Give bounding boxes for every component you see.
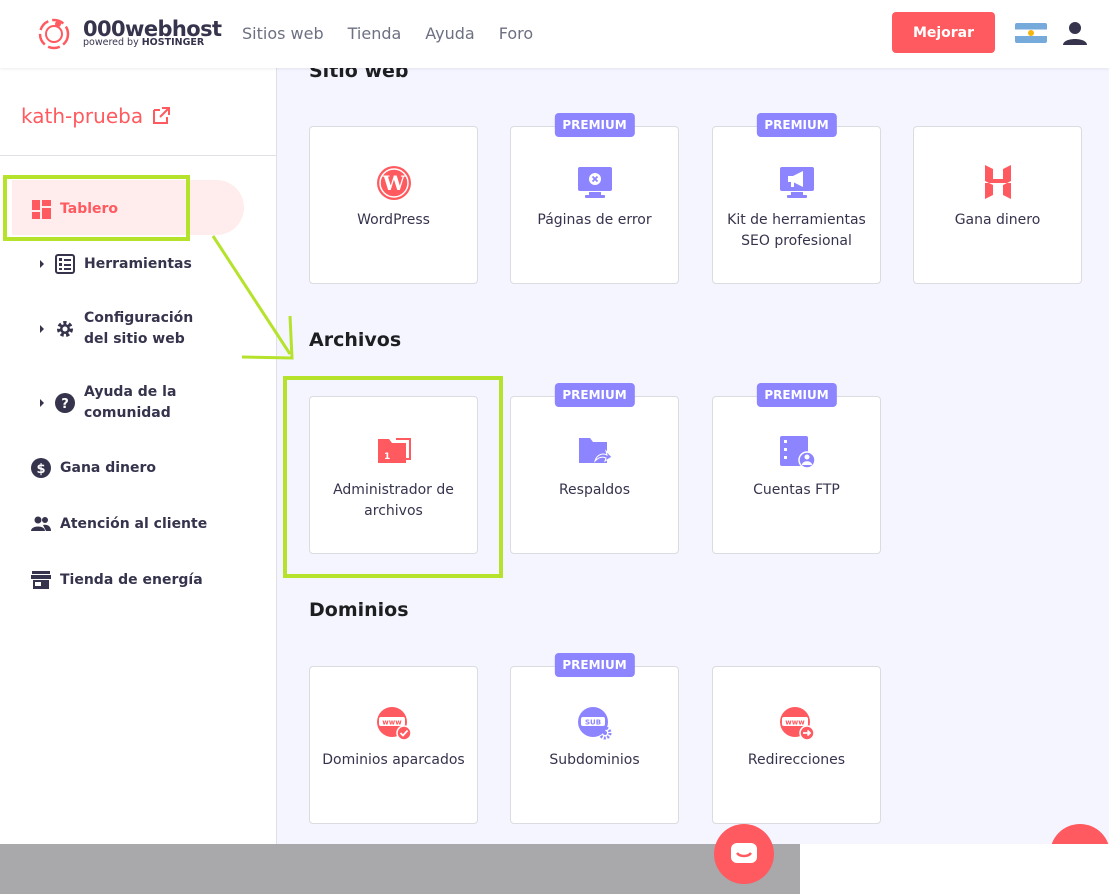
sidebar-item-label: Configuración del sitio web	[84, 310, 194, 347]
card-gana-dinero[interactable]: Gana dinero	[913, 126, 1082, 284]
svg-text:SUB: SUB	[584, 719, 600, 727]
taskbar-area	[0, 844, 800, 894]
card-cuentas-ftp[interactable]: PREMIUM Cuentas FTP	[712, 383, 881, 554]
site-name: kath-prueba	[21, 104, 144, 128]
svg-text:W: W	[381, 171, 405, 195]
svg-text:$: $	[36, 462, 45, 477]
premium-badge: PREMIUM	[554, 653, 635, 677]
svg-text:www: www	[785, 719, 805, 727]
store-icon	[31, 570, 51, 590]
sidebar-item-tienda-energia[interactable]: Tienda de energía	[31, 570, 203, 590]
caret-right-icon	[40, 260, 44, 268]
site-name-link[interactable]: kath-prueba	[21, 104, 171, 128]
subdomain-icon: SUB	[577, 707, 611, 740]
argentina-flag-icon[interactable]	[1015, 23, 1047, 43]
chat-icon	[731, 843, 757, 863]
section-title-archivos: Archivos	[309, 329, 402, 351]
nav-ayuda[interactable]: Ayuda	[425, 24, 474, 43]
highlight-box-file-manager	[283, 376, 503, 578]
nav-foro[interactable]: Foro	[499, 24, 533, 43]
card-label: Subdominios	[549, 752, 640, 768]
help-icon: ?	[55, 393, 75, 413]
parked-domain-icon: www	[376, 707, 412, 741]
dollar-icon: $	[31, 458, 51, 478]
logo-tagline: powered by HOSTINGER	[83, 37, 205, 48]
sidebar-item-label: Herramientas	[84, 256, 192, 272]
external-link-icon	[153, 107, 171, 124]
premium-badge: PREMIUM	[554, 113, 635, 137]
backup-icon	[578, 438, 613, 463]
upgrade-button[interactable]: Mejorar	[892, 12, 995, 53]
card-dominios-aparcados[interactable]: www Dominios aparcados	[309, 666, 478, 824]
caret-right-icon	[40, 325, 44, 333]
highlight-box-tablero	[3, 175, 190, 241]
section-title-sitio-web: Sitio web	[309, 68, 409, 82]
logo-icon	[38, 18, 70, 50]
svg-text:?: ?	[61, 397, 69, 412]
ftp-icon	[779, 436, 815, 469]
card-label: Kit de herramientas SEO profesional	[727, 212, 866, 249]
blank-panel	[800, 844, 1109, 894]
premium-badge: PREMIUM	[756, 383, 837, 407]
sidebar-item-configuracion[interactable]: Configuración del sitio web	[37, 308, 214, 350]
user-icon[interactable]	[1062, 20, 1088, 46]
caret-right-icon	[40, 399, 44, 407]
chat-widget-button[interactable]	[1050, 824, 1109, 844]
sidebar-item-atencion-cliente[interactable]: Atención al cliente	[31, 514, 207, 534]
card-label: Gana dinero	[954, 212, 1041, 228]
card-respaldos[interactable]: PREMIUM Respaldos	[510, 383, 679, 554]
seo-megaphone-icon	[779, 167, 814, 198]
card-seo-kit[interactable]: PREMIUM Kit de herramientas SEO profesio…	[712, 113, 881, 284]
premium-badge: PREMIUM	[554, 383, 635, 407]
card-label: Redirecciones	[747, 752, 846, 768]
sidebar-item-label: Ayuda de la comunidad	[84, 384, 177, 421]
nav-tienda[interactable]: Tienda	[348, 24, 402, 43]
error-page-icon	[577, 167, 612, 198]
card-label: Cuentas FTP	[753, 482, 840, 498]
card-subdominios[interactable]: PREMIUM SUB Subdominios	[510, 653, 679, 824]
logo[interactable]: 000webhost powered by HOSTINGER	[36, 15, 222, 51]
gear-icon	[55, 319, 75, 339]
card-redirecciones[interactable]: www Redirecciones	[712, 666, 881, 824]
sidebar-item-herramientas[interactable]: Herramientas	[37, 254, 192, 274]
people-icon	[31, 514, 51, 534]
wordpress-icon: W	[376, 166, 411, 200]
card-wordpress[interactable]: W WordPress	[309, 126, 478, 284]
sidebar-item-gana-dinero[interactable]: $ Gana dinero	[31, 458, 156, 478]
card-label: WordPress	[357, 212, 430, 228]
divider	[0, 155, 276, 156]
card-label: Respaldos	[558, 482, 631, 498]
sidebar-item-label: Atención al cliente	[60, 516, 208, 532]
nav-sitios-web[interactable]: Sitios web	[242, 24, 324, 43]
card-label: Páginas de error	[537, 212, 652, 228]
redirect-icon: www	[779, 707, 815, 741]
premium-badge: PREMIUM	[756, 113, 837, 137]
sidebar-item-label: Gana dinero	[60, 460, 157, 476]
hostinger-icon	[984, 165, 1011, 199]
top-navigation-bar: 000webhost powered by HOSTINGER Sitios w…	[0, 0, 1109, 68]
sidebar-item-ayuda-comunidad[interactable]: ? Ayuda de la comunidad	[37, 382, 184, 424]
svg-text:www: www	[382, 719, 402, 727]
tools-icon	[55, 254, 75, 274]
sidebar-item-label: Tienda de energía	[60, 572, 203, 588]
main-nav: Sitios web Tienda Ayuda Foro	[242, 24, 533, 43]
card-label: Dominios aparcados	[322, 752, 465, 768]
card-paginas-error[interactable]: PREMIUM Páginas de error	[510, 113, 679, 284]
chat-widget-button-secondary[interactable]	[714, 824, 774, 884]
section-title-dominios: Dominios	[309, 599, 409, 621]
